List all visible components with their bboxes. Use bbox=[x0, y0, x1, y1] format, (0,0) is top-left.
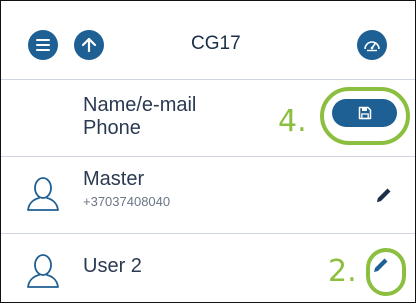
save-button[interactable] bbox=[332, 99, 397, 127]
name-email-column-label: Name/e-mail bbox=[83, 94, 197, 116]
edit-highlight-ring bbox=[366, 248, 406, 296]
top-bar: CG17 bbox=[1, 1, 415, 79]
up-button[interactable] bbox=[74, 30, 104, 60]
user-phone: +37037408040 bbox=[83, 194, 171, 209]
save-icon bbox=[358, 106, 371, 120]
step-4-annotation: 4. bbox=[278, 104, 307, 139]
user-icon bbox=[27, 177, 59, 211]
app-screen: CG17 Name/e-mail Phone 4. Master +370374… bbox=[0, 0, 416, 303]
phone-column-label: Phone bbox=[83, 117, 141, 139]
gauge-button[interactable] bbox=[357, 30, 387, 60]
step-2-annotation: 2. bbox=[328, 254, 357, 289]
user-name: User 2 bbox=[83, 255, 142, 277]
page-title: CG17 bbox=[191, 33, 241, 54]
gauge-icon bbox=[364, 41, 380, 52]
pencil-icon[interactable] bbox=[375, 186, 393, 204]
user-row-master[interactable]: Master +37037408040 bbox=[1, 156, 415, 232]
menu-button[interactable] bbox=[28, 30, 58, 60]
user-icon bbox=[27, 254, 59, 288]
user-name: Master bbox=[83, 168, 145, 190]
menu-icon bbox=[36, 39, 50, 51]
arrow-up-icon bbox=[81, 37, 97, 53]
